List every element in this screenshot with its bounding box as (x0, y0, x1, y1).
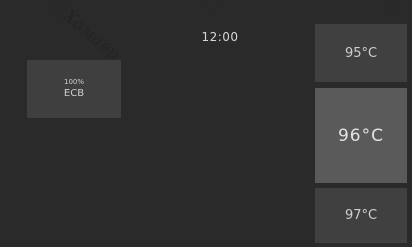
current-temperature-display[interactable]: 96°C (315, 88, 407, 183)
temperature-down-button[interactable]: 97°C (315, 188, 407, 243)
temperature-up-button[interactable]: 95°C (315, 24, 407, 82)
battery-percent: 100% (63, 78, 84, 86)
current-temperature-label: 96°C (337, 125, 384, 146)
battery-status-tile[interactable]: 100% ECB (27, 60, 121, 118)
clock-display: 12:00 (201, 30, 239, 44)
battery-label: ECB (63, 88, 85, 99)
temperature-up-label: 95°C (344, 45, 378, 61)
temperature-down-label: 97°C (344, 208, 378, 223)
thermostat-screen: 12:00 100% ECB 95°C 96°C 97°C (0, 0, 412, 247)
